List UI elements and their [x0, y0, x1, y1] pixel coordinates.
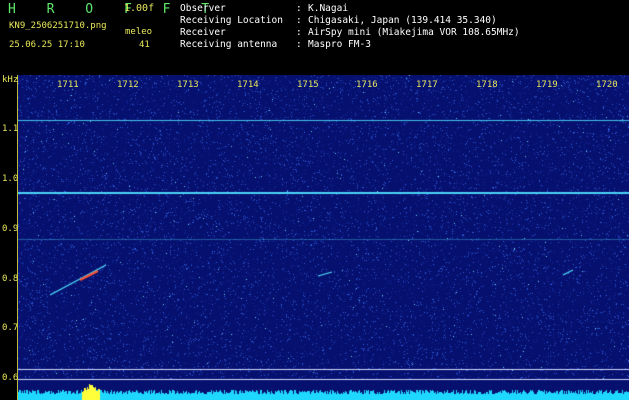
x-tick-label: 1719 — [536, 80, 558, 90]
x-tick-label: 1713 — [177, 80, 199, 90]
capture-datetime: 25.06.25 17:10 — [9, 40, 85, 50]
x-tick-label: 1718 — [476, 80, 498, 90]
header-panel: H R O F F T 1.00f KN9_2506251710.png mel… — [0, 0, 629, 75]
x-tick-label: 1715 — [297, 80, 319, 90]
y-tick-label: 0.9 — [2, 224, 19, 234]
y-tick-label: 1.0 — [2, 174, 19, 184]
spectrogram-canvas — [18, 75, 629, 400]
y-axis-unit: kHz — [2, 75, 19, 85]
location-label: Receiving Location — [180, 15, 283, 26]
receiver-value: AirSpy mini (Miakejima VOR 108.65MHz) — [308, 27, 520, 38]
meleo-value: 41 — [139, 40, 150, 50]
antenna-separator: : — [296, 39, 302, 50]
location-value: Chigasaki, Japan (139.414 35.340) — [308, 15, 497, 26]
meleo-label: meleo — [125, 27, 153, 37]
file-name: KN9_2506251710.png — [9, 21, 107, 31]
location-separator: : — [296, 15, 302, 26]
app-version: 1.00f — [124, 3, 155, 14]
x-tick-label: 1717 — [416, 80, 438, 90]
x-tick-label: 1716 — [356, 80, 378, 90]
x-tick-label: 1711 — [57, 80, 79, 90]
receiver-label: Receiver — [180, 27, 226, 38]
observer-value: K.Nagai — [308, 3, 349, 14]
x-tick-label: 1712 — [117, 80, 139, 90]
antenna-value: Maspro FM-3 — [308, 39, 371, 50]
observer-label: Observer — [180, 3, 226, 14]
y-tick-label: 1.1 — [2, 124, 19, 134]
y-tick-label: 0.8 — [2, 274, 19, 284]
antenna-label: Receiving antenna — [180, 39, 278, 50]
receiver-separator: : — [296, 27, 302, 38]
y-tick-label: 0.7 — [2, 323, 19, 333]
x-tick-label: 1720 — [596, 80, 618, 90]
x-tick-label: 1714 — [237, 80, 259, 90]
y-tick-label: 0.6 — [2, 373, 19, 383]
observer-separator: : — [296, 3, 302, 14]
